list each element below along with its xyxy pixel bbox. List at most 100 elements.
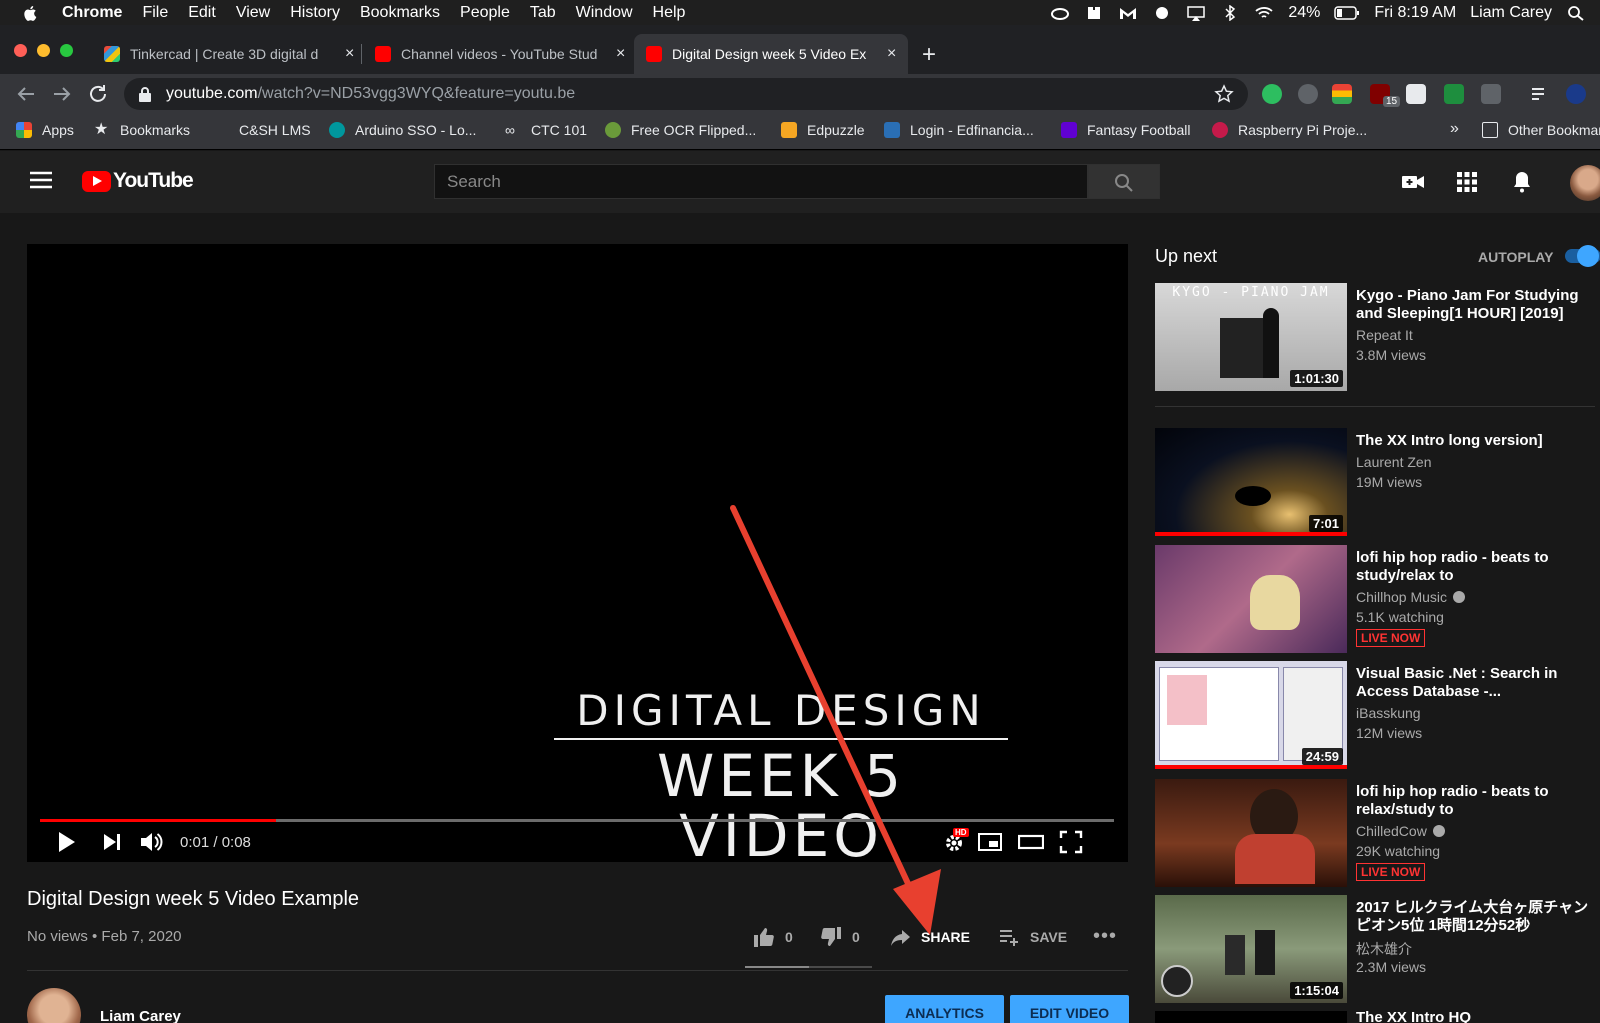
clock[interactable]: Fri 8:19 AM [1374,4,1456,22]
seek-bar[interactable] [40,819,1114,822]
lock-icon[interactable] [138,86,152,102]
video-thumbnail[interactable]: 24:59 [1155,661,1347,769]
tab-youtube-studio[interactable]: Channel videos - YouTube Stud × [363,34,631,74]
autoplay-toggle-knob[interactable] [1577,245,1599,267]
video-thumbnail[interactable]: KYGO - PIANO JAM 1:01:30 [1155,283,1347,391]
notifications-bell-icon[interactable] [1510,170,1534,194]
recommendation-channel[interactable]: Repeat It [1356,327,1413,343]
edit-video-button[interactable]: EDIT VIDEO [1010,995,1129,1023]
play-icon[interactable] [53,829,79,855]
video-thumbnail[interactable]: 7:01 [1155,428,1347,536]
tab-close-icon[interactable]: × [345,45,354,63]
address-bar[interactable]: youtube.com/watch?v=ND53vgg3WYQ&feature=… [124,78,1248,110]
bookmark-free-ocr[interactable]: Free OCR Flipped... [605,122,756,138]
recommendation-title[interactable]: Kygo - Piano Jam For Studying and Sleepi… [1356,287,1596,323]
user-name[interactable]: Liam Carey [1470,4,1552,22]
bluetooth-icon[interactable] [1220,4,1240,21]
like-button[interactable]: 0 [753,926,793,948]
video-thumbnail[interactable] [1155,779,1347,887]
bookmark-fantasy-football[interactable]: Fantasy Football [1061,122,1191,138]
menu-history[interactable]: History [290,4,340,22]
fullscreen-icon[interactable] [1058,829,1084,855]
channel-avatar[interactable] [27,988,81,1023]
bookmark-raspberry-pi[interactable]: Raspberry Pi Proje... [1212,122,1367,138]
tab-close-icon[interactable]: × [887,45,896,63]
analytics-button[interactable]: ANALYTICS [885,995,1004,1023]
menu-window[interactable]: Window [576,4,633,22]
recommendation-channel[interactable]: iBasskung [1356,705,1421,721]
bookmark-csh-lms[interactable]: C&SH LMS [239,122,311,138]
menu-app-name[interactable]: Chrome [62,4,122,22]
apple-menu-icon[interactable] [22,4,40,22]
recommendation-item[interactable]: lofi hip hop radio - beats to relax/stud… [1155,779,1600,887]
save-to-playlist-button[interactable]: SAVE [998,926,1067,948]
other-bookmarks[interactable]: Other Bookmarks [1482,122,1600,138]
more-actions-button[interactable]: ••• [1093,925,1117,948]
bookmark-ctc101[interactable]: ∞ CTC 101 [505,122,587,138]
tab-tinkercad[interactable]: Tinkercad | Create 3D digital d × [92,34,360,74]
search-button[interactable] [1088,164,1160,199]
menu-help[interactable]: Help [653,4,686,22]
window-minimize-button[interactable] [37,44,50,57]
apps-grid-icon[interactable] [1455,170,1479,194]
tab-close-icon[interactable]: × [616,45,625,63]
download-extension-icon[interactable] [1298,84,1318,104]
recommendation-item[interactable]: The XX Intro HQ [1155,1009,1600,1023]
dislike-button[interactable]: 0 [820,926,860,948]
recommendation-channel[interactable]: 松木雄介 [1356,939,1412,959]
green-download-extension-icon[interactable] [1444,84,1464,104]
bookmark-apps[interactable]: Apps [16,122,74,138]
recommendation-title[interactable]: lofi hip hop radio - beats to relax/stud… [1356,783,1596,819]
next-video-icon[interactable] [99,829,125,855]
recommendation-item[interactable]: lofi hip hop radio - beats to study/rela… [1155,545,1600,653]
menu-edit[interactable]: Edit [188,4,216,22]
evernote-status-icon[interactable] [1152,5,1172,21]
youtube-logo[interactable]: YouTube [82,169,194,193]
bookmark-bookmarks[interactable]: ★ Bookmarks [94,122,190,139]
recommendation-title[interactable]: The XX Intro HQ [1356,1009,1596,1023]
forward-arrow-icon[interactable] [50,82,74,106]
malwarebytes-icon[interactable] [1118,5,1138,21]
menu-file[interactable]: File [142,4,168,22]
airplay-icon[interactable] [1186,5,1206,21]
share-button[interactable]: SHARE [889,926,970,948]
recommendation-title[interactable]: 2017 ヒルクライム大台ヶ原チャンピオン5位 1時間12分52秒 [1356,899,1596,935]
account-avatar[interactable] [1570,165,1600,201]
bookmark-star-icon[interactable] [1214,84,1234,104]
theater-mode-icon[interactable] [1018,829,1044,855]
menu-view[interactable]: View [236,4,270,22]
video-thumbnail[interactable] [1155,545,1347,653]
bookmark-arduino[interactable]: Arduino SSO - Lo... [329,122,476,138]
new-tab-button[interactable]: + [922,41,936,69]
create-video-icon[interactable] [1401,170,1425,194]
color-extension-icon[interactable] [1332,84,1352,104]
spotlight-search-icon[interactable] [1566,5,1586,21]
creative-cloud-icon[interactable] [1050,5,1070,21]
recommendation-channel[interactable]: ChilledCow [1356,823,1445,839]
recommendation-title[interactable]: lofi hip hop radio - beats to study/rela… [1356,549,1596,585]
battery-icon[interactable] [1334,5,1360,21]
reading-list-icon[interactable] [1530,84,1550,104]
puzzle-status-icon[interactable] [1084,5,1104,21]
menu-people[interactable]: People [460,4,510,22]
menu-bookmarks[interactable]: Bookmarks [360,4,440,22]
gray-download-extension-icon[interactable] [1481,84,1501,104]
recommendation-item[interactable]: KYGO - PIANO JAM 1:01:30 Kygo - Piano Ja… [1155,283,1600,391]
recommendation-channel[interactable]: Chillhop Music [1356,589,1466,605]
reload-icon[interactable] [86,82,110,106]
profile-avatar-icon[interactable] [1566,84,1586,104]
bookmark-edpuzzle[interactable]: Edpuzzle [781,122,865,138]
bookmark-edfinancial[interactable]: Login - Edfinancia... [884,122,1034,138]
search-input[interactable]: Search [434,164,1088,199]
evernote-extension-icon[interactable] [1262,84,1282,104]
volume-icon[interactable] [138,829,164,855]
recommendation-item[interactable]: 1:15:04 2017 ヒルクライム大台ヶ原チャンピオン5位 1時間12分52… [1155,895,1600,1003]
puzzle-extension-icon[interactable] [1406,84,1426,104]
menu-tab[interactable]: Tab [530,4,556,22]
channel-name[interactable]: Liam Carey [100,1008,181,1023]
recommendation-title[interactable]: Visual Basic .Net : Search in Access Dat… [1356,665,1596,701]
video-player[interactable]: DIGITAL DESIGN WEEK 5 VIDEO 0:01 / 0:08 … [27,244,1128,862]
window-zoom-button[interactable] [60,44,73,57]
window-close-button[interactable] [14,44,27,57]
recommendation-item[interactable]: 24:59 Visual Basic .Net : Search in Acce… [1155,661,1600,769]
